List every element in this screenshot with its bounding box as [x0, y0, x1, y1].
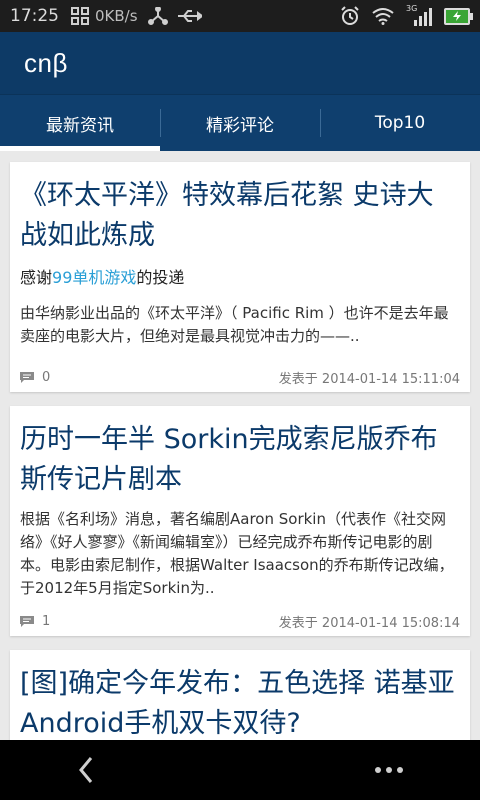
credit-link[interactable]: 99单机游戏 — [52, 268, 136, 287]
wifi-icon — [372, 7, 394, 25]
signal-type: 3G — [406, 4, 418, 13]
tab-label: 最新资讯 — [46, 115, 114, 136]
article-excerpt: 由华纳影业出品的《环太平洋》（ Pacific Rim ）也许不是去年最卖座的电… — [20, 304, 449, 345]
article-card[interactable]: 《环太平洋》特效幕后花絮 史诗大战如此炼成 感谢99单机游戏的投递 由华纳影业出… — [10, 162, 470, 392]
status-time: 17:25 — [10, 6, 59, 26]
article-footer: 1 发表于 2014-01-14 15:08:14 — [10, 606, 470, 636]
tab-top10[interactable]: Top10 — [320, 95, 480, 151]
article-title[interactable]: 历时一年半 Sorkin完成索尼版乔布斯传记片剧本 — [10, 406, 470, 500]
tab-label: 精彩评论 — [206, 115, 274, 136]
publish-date: 发表于 2014-01-14 15:08:14 — [278, 615, 460, 631]
credit-prefix: 感谢 — [20, 268, 53, 287]
credit-suffix: 的投递 — [136, 268, 185, 287]
article-credit: 感谢99单机游戏的投递 — [10, 256, 470, 288]
more-icon[interactable] — [374, 766, 404, 774]
alarm-icon — [340, 6, 360, 26]
comment-count: 0 — [42, 369, 51, 385]
grid-icon — [71, 7, 89, 25]
article-card[interactable]: 历时一年半 Sorkin完成索尼版乔布斯传记片剧本 根据《名利场》消息，著名编剧… — [10, 406, 470, 636]
tab-featured-comments[interactable]: 精彩评论 — [160, 95, 320, 151]
tab-label: Top10 — [374, 113, 426, 133]
article-footer: 0 发表于 2014-01-14 15:11:04 — [10, 362, 470, 392]
app-title: cnβ — [24, 47, 68, 78]
tab-bar: 最新资讯 精彩评论 Top10 — [0, 94, 480, 151]
comment-icon — [20, 371, 34, 383]
signal-icon: 3G — [406, 4, 432, 26]
publish-date: 发表于 2014-01-14 15:11:04 — [278, 371, 460, 387]
comment-icon — [20, 615, 34, 627]
comment-count: 1 — [42, 613, 51, 629]
share-icon — [147, 7, 168, 25]
article-list[interactable]: 《环太平洋》特效幕后花絮 史诗大战如此炼成 感谢99单机游戏的投递 由华纳影业出… — [0, 150, 480, 740]
tab-latest-news[interactable]: 最新资讯 — [0, 95, 160, 151]
article-excerpt: 根据《名利场》消息，著名编剧Aaron Sorkin（代表作《社交网络》《好人寥… — [20, 510, 454, 597]
network-speed: 0KB/s — [95, 7, 138, 25]
usb-icon — [176, 8, 202, 24]
battery-icon — [444, 7, 473, 25]
article-title[interactable]: [图]确定今年发布：五色选择 诺基亚Android手机双卡双待? — [10, 650, 470, 740]
status-bar: 17:25 0KB/s 3G — [0, 0, 480, 32]
back-icon[interactable] — [78, 756, 94, 784]
app-bar: cnβ — [0, 32, 480, 94]
article-card[interactable]: [图]确定今年发布：五色选择 诺基亚Android手机双卡双待? — [10, 650, 470, 740]
navigation-bar — [0, 740, 480, 800]
article-title[interactable]: 《环太平洋》特效幕后花絮 史诗大战如此炼成 — [10, 162, 470, 256]
